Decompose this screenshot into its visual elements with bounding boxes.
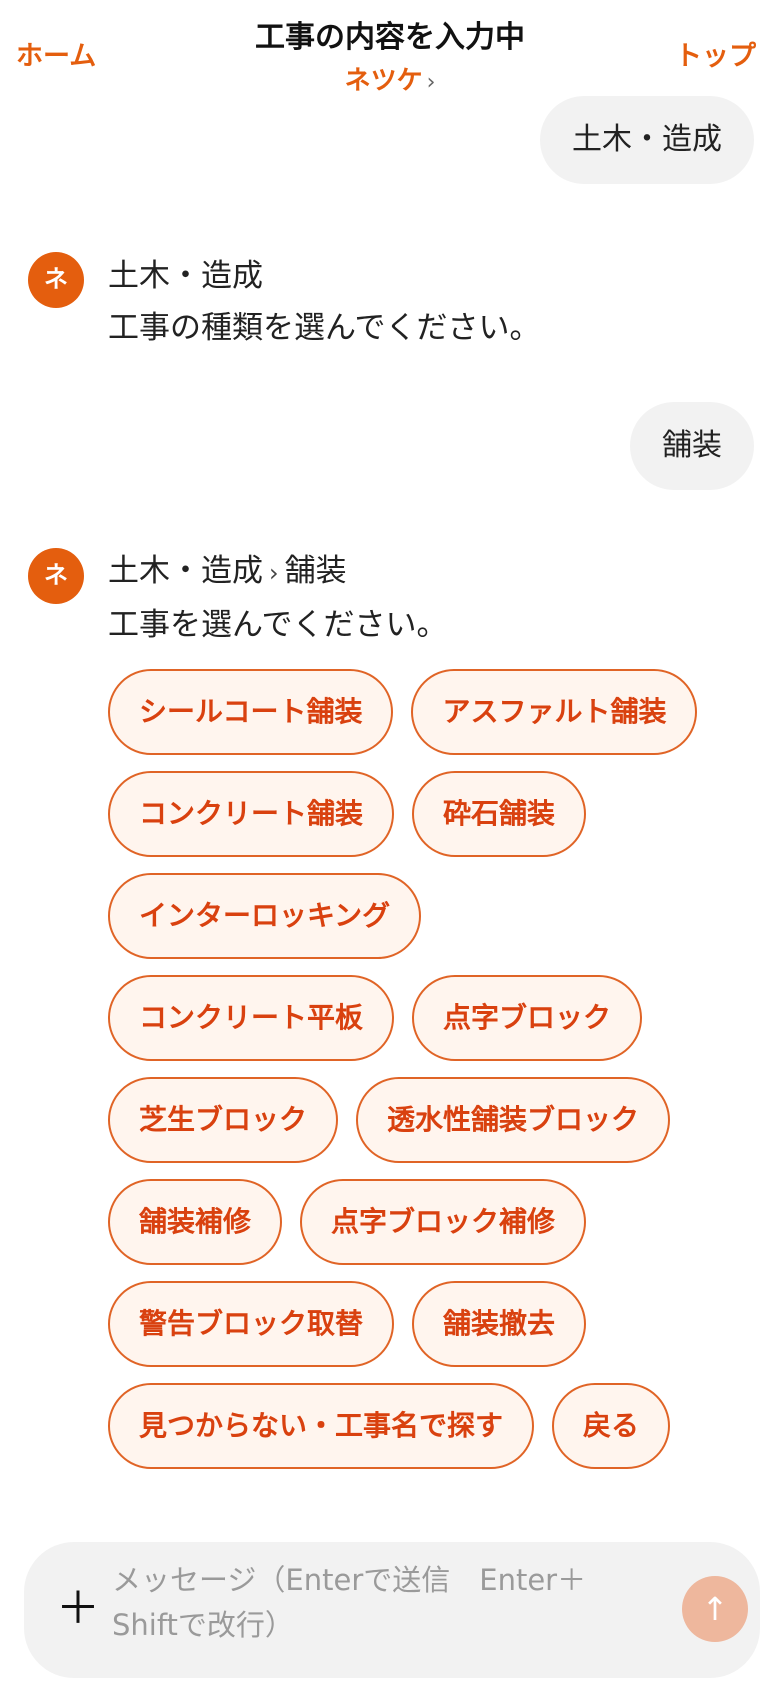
chip-row: コンクリート平板 点字ブロック xyxy=(108,975,748,1061)
user-message: 土木・造成 xyxy=(540,96,754,184)
chip-row: 芝生ブロック 透水性舗装ブロック xyxy=(108,1077,748,1163)
assistant-name-link[interactable]: ネツケ › xyxy=(0,60,780,97)
assistant-message: 土木・造成 › 舗装 工事を選んでください。 xyxy=(108,545,447,651)
user-message: 舗装 xyxy=(630,402,754,490)
option-chip[interactable]: インターロッキング xyxy=(108,873,422,959)
chip-row: シールコート舗装 アスファルト舗装 xyxy=(108,669,748,755)
assistant-avatar: ネ xyxy=(28,548,84,604)
assistant-name: ネツケ xyxy=(344,66,423,96)
message-composer: ＋ ↑ xyxy=(24,1542,760,1678)
breadcrumb-separator: › xyxy=(269,559,279,587)
assistant-message: 土木・造成 工事の種類を選んでください。 xyxy=(108,250,540,354)
chevron-right-icon: › xyxy=(426,70,436,95)
send-button[interactable]: ↑ xyxy=(682,1576,748,1642)
option-chips: シールコート舗装 アスファルト舗装 コンクリート舗装 砕石舗装 インターロッキン… xyxy=(108,669,748,1485)
top-link[interactable]: トップ xyxy=(675,34,756,73)
breadcrumb-current: 舗装 xyxy=(284,553,347,589)
option-chip[interactable]: 舗装撤去 xyxy=(412,1281,587,1367)
option-chip[interactable]: 透水性舗装ブロック xyxy=(356,1077,671,1163)
assistant-message-prompt: 工事の種類を選んでください。 xyxy=(108,310,541,346)
assistant-message-prompt: 工事を選んでください。 xyxy=(108,607,448,643)
header: ホーム 工事の内容を入力中 ネツケ › トップ xyxy=(0,0,780,110)
arrow-up-icon: ↑ xyxy=(701,1590,729,1628)
option-chip[interactable]: 点字ブロック補修 xyxy=(300,1179,587,1265)
message-input[interactable] xyxy=(112,1558,632,1662)
back-chip[interactable]: 戻る xyxy=(552,1383,671,1469)
option-chip[interactable]: 芝生ブロック xyxy=(108,1077,339,1163)
option-chip[interactable]: コンクリート平板 xyxy=(108,975,395,1061)
option-chip[interactable]: 警告ブロック取替 xyxy=(108,1281,395,1367)
assistant-avatar: ネ xyxy=(28,252,84,308)
option-chip[interactable]: アスファルト舗装 xyxy=(411,669,698,755)
chip-row: 警告ブロック取替 舗装撤去 xyxy=(108,1281,748,1367)
breadcrumb: 土木・造成 › 舗装 xyxy=(108,545,447,599)
option-chip[interactable]: 点字ブロック xyxy=(412,975,643,1061)
option-chip[interactable]: シールコート舗装 xyxy=(108,669,394,755)
option-chip[interactable]: 砕石舗装 xyxy=(412,771,587,857)
page-title: 工事の内容を入力中 xyxy=(255,20,525,55)
plus-icon[interactable]: ＋ xyxy=(50,1582,106,1638)
breadcrumb-parent: 土木・造成 xyxy=(108,553,263,589)
chip-row: コンクリート舗装 砕石舗装 xyxy=(108,771,748,857)
option-chip[interactable]: コンクリート舗装 xyxy=(108,771,395,857)
assistant-message-context: 土木・造成 xyxy=(108,258,263,294)
chip-row: インターロッキング xyxy=(108,873,748,959)
chat-page: ホーム 工事の内容を入力中 ネツケ › トップ 土木・造成 ネ 土木・造成 工事の… xyxy=(0,0,780,1688)
chip-row: 見つからない・工事名で探す 戻る xyxy=(108,1383,748,1469)
option-chip[interactable]: 舗装補修 xyxy=(108,1179,283,1265)
chip-row: 舗装補修 点字ブロック補修 xyxy=(108,1179,748,1265)
search-by-name-chip[interactable]: 見つからない・工事名で探す xyxy=(108,1383,535,1469)
